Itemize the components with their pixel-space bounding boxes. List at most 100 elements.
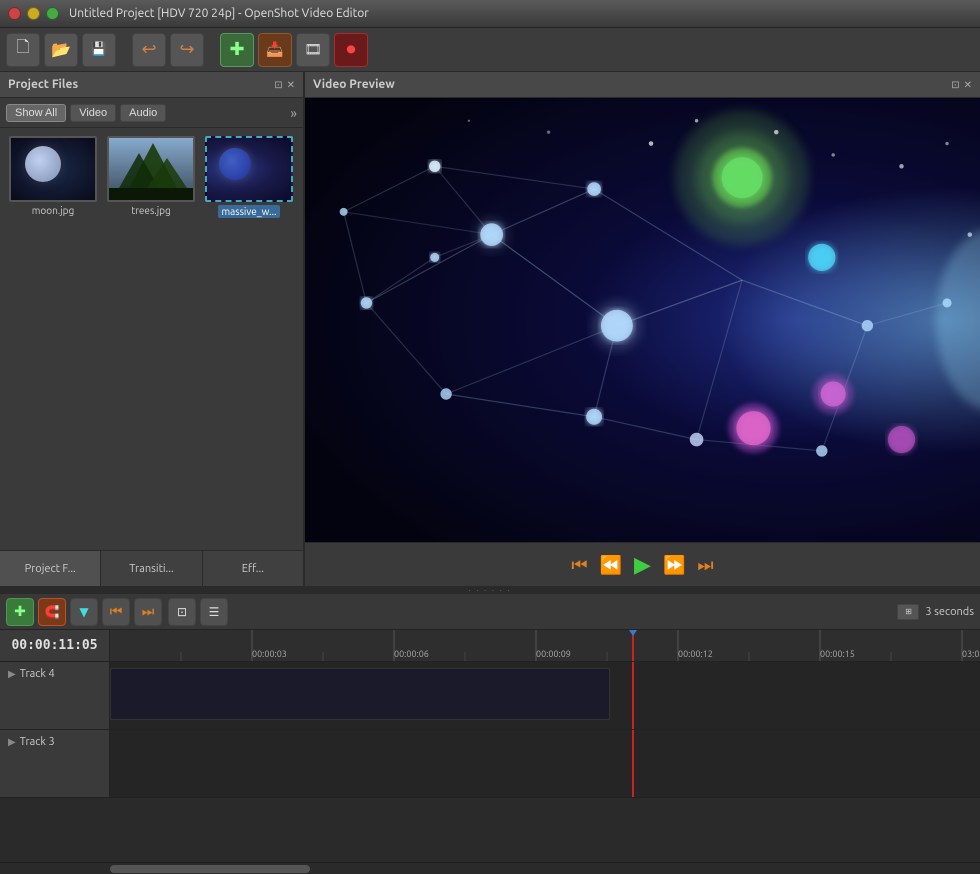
next-marker-button[interactable]: ⏭ (134, 598, 162, 626)
playback-controls: ⏮ ⏪ ▶ ⏩ ⏭ (305, 542, 980, 586)
project-files-header: Project Files ⊡ ✕ (0, 72, 303, 98)
filter-more-icon[interactable]: » (290, 105, 297, 121)
track-row-3: ▶ Track 3 (0, 730, 980, 798)
fast-forward-icon: ⏩ (663, 555, 685, 575)
prev-marker-button[interactable]: ⏮ (102, 598, 130, 626)
record-icon: ⏺ (347, 39, 356, 60)
panel-resize-icon[interactable]: ⊡ (274, 79, 282, 91)
track-3-arrow: ▶ (8, 736, 16, 748)
file-name-moon: moon.jpg (32, 205, 75, 216)
tab-effects[interactable]: Eff... (203, 551, 303, 586)
main-content: Project Files ⊡ ✕ Show All Video Audio »… (0, 72, 980, 586)
play-button[interactable]: ▶ (634, 554, 651, 576)
add-track-button[interactable]: ✚ (6, 598, 34, 626)
left-panel: Project Files ⊡ ✕ Show All Video Audio »… (0, 72, 305, 586)
magnet-icon: 🧲 (45, 605, 60, 619)
play-icon: ▶ (634, 552, 651, 577)
right-panel: Video Preview ⊡ ✕ (305, 72, 980, 586)
undo-button[interactable]: ↩ (132, 33, 166, 67)
film-icon: 🎞 (304, 41, 322, 58)
audio-filter-button[interactable]: Audio (120, 104, 166, 122)
open-folder-icon: 📂 (51, 40, 71, 59)
main-toolbar: 🗋 📂 💾 ↩ ↪ ✚ 📥 🎞 ⏺ (0, 28, 980, 72)
tracks-container: ▶ Track 4 ▶ Track 3 .track-row:last (0, 662, 980, 862)
down-arrow-button[interactable]: ▼ (70, 598, 98, 626)
add-track-icon: ✚ (14, 603, 26, 620)
prev-marker-icon: ⏮ (110, 603, 123, 620)
vp-resize-icon[interactable]: ⊡ (951, 79, 959, 91)
razor-icon: ⊡ (177, 605, 187, 619)
file-name-massive: massive_w... (218, 205, 279, 218)
track-3-name: Track 3 (20, 736, 55, 748)
video-filter-button[interactable]: Video (70, 104, 116, 122)
seconds-icon: ⊞ (897, 604, 919, 620)
layout-icon: ☰ (209, 605, 220, 619)
file-item-trees[interactable]: trees.jpg (106, 136, 196, 218)
track-4-content[interactable] (110, 662, 980, 729)
rewind-button[interactable]: ⏪ (600, 556, 622, 574)
file-name-trees: trees.jpg (131, 205, 171, 216)
track-4-clip[interactable] (110, 668, 610, 720)
left-panel-tabs: Project F... Transiti... Eff... (0, 550, 303, 586)
track-4-name: Track 4 (20, 668, 55, 680)
next-marker-icon: ⏭ (142, 603, 155, 620)
resize-handle[interactable]: · · · · · · (0, 586, 980, 594)
video-preview-area[interactable] (305, 98, 980, 542)
file-item-moon[interactable]: moon.jpg (8, 136, 98, 218)
show-all-button[interactable]: Show All (6, 104, 66, 122)
track-4-label: ▶ Track 4 (0, 662, 110, 729)
add-icon: ✚ (229, 39, 244, 60)
add-button[interactable]: ✚ (220, 33, 254, 67)
new-file-icon: 🗋 (17, 36, 30, 63)
redo-icon: ↪ (179, 39, 194, 60)
magnet-button[interactable]: 🧲 (38, 598, 66, 626)
timeline-ruler[interactable]: 00:00:03 00:00:06 00:00:09 00:00:12 00:0… (110, 630, 980, 661)
files-grid: moon.jpg (0, 128, 303, 550)
panel-header-icons: ⊡ ✕ (274, 79, 295, 91)
minimize-window-button[interactable] (27, 7, 40, 20)
forward-end-icon: ⏭ (697, 555, 713, 575)
razor-button[interactable]: ⊡ (168, 598, 196, 626)
open-file-button[interactable]: 📂 (44, 33, 78, 67)
tab-transitions[interactable]: Transiti... (101, 551, 202, 586)
import-button[interactable]: 📥 (258, 33, 292, 67)
rewind-start-button[interactable]: ⏮ (571, 556, 587, 574)
maximize-window-button[interactable] (46, 7, 59, 20)
save-file-button[interactable]: 💾 (82, 33, 116, 67)
video-preview-title: Video Preview (313, 78, 395, 91)
transitions-button[interactable]: 🎞 (296, 33, 330, 67)
timeline-area: ✚ 🧲 ▼ ⏮ ⏭ ⊡ ☰ ⊞ 3 seconds 00:00:11:05 (0, 594, 980, 874)
file-thumb-moon (9, 136, 97, 202)
track-3-playhead-line (632, 730, 634, 797)
down-arrow-icon: ▼ (79, 605, 88, 619)
track-3-label: ▶ Track 3 (0, 730, 110, 797)
forward-end-button[interactable]: ⏭ (697, 556, 713, 574)
redo-button[interactable]: ↪ (170, 33, 204, 67)
rewind-start-icon: ⏮ (571, 555, 587, 575)
close-window-button[interactable] (8, 7, 21, 20)
track-4-playhead-line (632, 662, 634, 729)
time-display: 00:00:11:05 (0, 630, 110, 661)
new-file-button[interactable]: 🗋 (6, 33, 40, 67)
project-files-title: Project Files (8, 78, 78, 91)
window-controls (8, 7, 59, 20)
save-icon: 💾 (91, 42, 107, 57)
tab-project-files[interactable]: Project F... (0, 551, 101, 586)
video-canvas (305, 98, 980, 542)
titlebar: Untitled Project [HDV 720 24p] - OpenSho… (0, 0, 980, 28)
titlebar-text: Untitled Project [HDV 720 24p] - OpenSho… (69, 7, 369, 20)
track-4-arrow: ▶ (8, 668, 16, 680)
file-item-massive[interactable]: massive_w... (204, 136, 294, 218)
layout-button[interactable]: ☰ (200, 598, 228, 626)
fast-forward-button[interactable]: ⏩ (663, 556, 685, 574)
track-3-content[interactable] (110, 730, 980, 797)
record-button[interactable]: ⏺ (334, 33, 368, 67)
vp-close-icon[interactable]: ✕ (964, 79, 972, 91)
horizontal-scrollbar[interactable] (0, 862, 980, 874)
undo-icon: ↩ (141, 39, 156, 60)
seconds-display: ⊞ 3 seconds (897, 604, 974, 620)
import-icon: 📥 (266, 41, 283, 58)
scrollbar-thumb[interactable] (110, 865, 310, 873)
panel-close-icon[interactable]: ✕ (287, 79, 295, 91)
rewind-icon: ⏪ (600, 555, 622, 575)
